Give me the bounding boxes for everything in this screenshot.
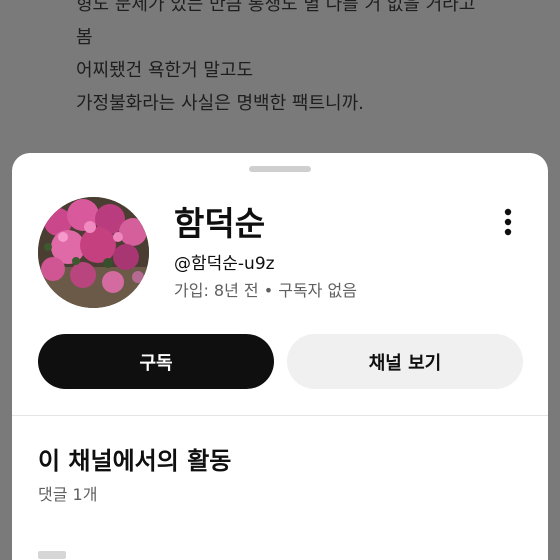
subscribe-button[interactable]: 구독 (38, 334, 274, 389)
more-vertical-icon[interactable] (496, 205, 520, 239)
view-channel-button[interactable]: 채널 보기 (287, 334, 523, 389)
channel-bottom-sheet: 함덕순 @함덕순-u9z 가입: 8년 전 • 구독자 없음 구독 채널 보기 … (12, 153, 548, 560)
sheet-drag-handle[interactable] (249, 166, 311, 172)
partially-visible-item (38, 551, 66, 559)
activity-comment-count: 댓글 1개 (38, 485, 98, 504)
channel-meta: 가입: 8년 전 • 구독자 없음 (174, 281, 357, 300)
background-line: 가정불화라는 사실은 명백한 팩트니까. (76, 93, 364, 114)
background-line: 어찌됐건 욕한거 말고도 (76, 60, 254, 81)
activity-section-title: 이 채널에서의 활동 (38, 447, 232, 475)
background-line: 봄 (76, 27, 93, 48)
divider (12, 415, 548, 416)
channel-name: 함덕순 (174, 204, 266, 243)
background-line: 형도 문제가 있는 만큼 통쟁도 별 다를 거 없을 거라고 (76, 0, 476, 15)
background-comment-text: 형도 문제가 있는 만큼 통쟁도 별 다를 거 없을 거라고 봄 어찌됐건 욕한… (76, 0, 536, 120)
channel-handle: @함덕순-u9z (174, 254, 275, 274)
screen: 형도 문제가 있는 만큼 통쟁도 별 다를 거 없을 거라고 봄 어찌됐건 욕한… (0, 0, 560, 560)
avatar-flower-image (38, 197, 149, 308)
avatar[interactable] (38, 197, 149, 308)
